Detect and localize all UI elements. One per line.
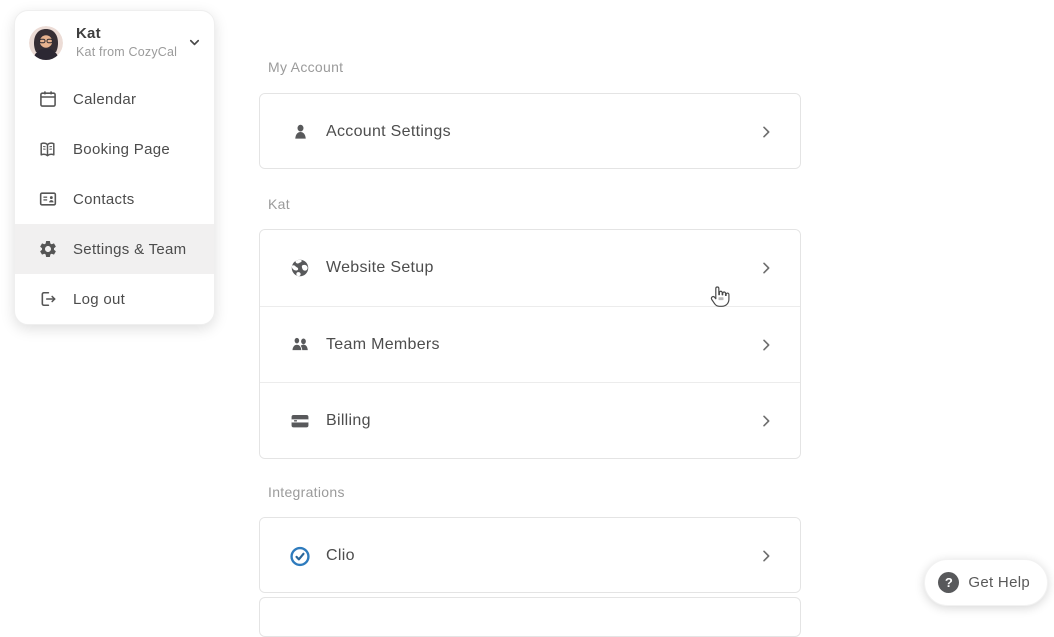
section-header-my-account: My Account <box>268 59 343 75</box>
chevron-down-icon <box>187 35 202 50</box>
row-label: Billing <box>326 412 371 430</box>
globe-icon <box>289 257 311 279</box>
user-menu[interactable]: Kat Kat from CozyCal <box>15 11 214 74</box>
row-label: Team Members <box>326 336 440 354</box>
row-account-settings[interactable]: Account Settings <box>260 94 800 169</box>
sidebar-item-label: Booking Page <box>73 141 170 158</box>
section-header-kat: Kat <box>268 196 290 212</box>
clio-icon <box>289 545 311 567</box>
chevron-right-icon <box>758 413 778 429</box>
gear-icon <box>37 239 58 260</box>
person-icon <box>289 121 311 143</box>
booking-page-icon <box>37 139 58 160</box>
sidebar-item-label: Settings & Team <box>73 241 186 258</box>
row-team-members[interactable]: Team Members <box>260 306 800 382</box>
get-help-button[interactable]: ? Get Help <box>924 559 1048 606</box>
get-help-label: Get Help <box>968 574 1030 591</box>
row-billing[interactable]: Billing <box>260 382 800 458</box>
calendar-icon <box>37 89 58 110</box>
section-header-integrations: Integrations <box>268 484 345 500</box>
row-label: Website Setup <box>326 259 434 277</box>
chevron-right-icon <box>758 548 778 564</box>
sidebar-item-logout[interactable]: Log out <box>15 274 214 324</box>
team-icon <box>289 334 311 356</box>
chevron-right-icon <box>758 124 778 140</box>
user-name: Kat <box>76 25 177 42</box>
next-card-partial <box>259 597 801 637</box>
chevron-right-icon <box>758 337 778 353</box>
sidebar-item-label: Log out <box>73 291 125 308</box>
sidebar-item-calendar[interactable]: Calendar <box>15 74 214 124</box>
sidebar-item-settings-team[interactable]: Settings & Team <box>15 224 214 274</box>
row-label: Account Settings <box>326 123 451 141</box>
sidebar-item-booking-page[interactable]: Booking Page <box>15 124 214 174</box>
contacts-icon <box>37 189 58 210</box>
row-label: Clio <box>326 547 355 565</box>
user-subtitle: Kat from CozyCal <box>76 45 177 59</box>
sidebar-item-label: Contacts <box>73 191 135 208</box>
avatar <box>29 26 63 60</box>
chevron-right-icon <box>758 260 778 276</box>
sidebar: Kat Kat from CozyCal Calendar <box>14 10 215 325</box>
integrations-card: Clio <box>259 517 801 593</box>
kat-settings-card: Website Setup Team Members <box>259 229 801 459</box>
sidebar-item-label: Calendar <box>73 91 136 108</box>
row-website-setup[interactable]: Website Setup <box>260 230 800 306</box>
my-account-card: Account Settings <box>259 93 801 169</box>
logout-icon <box>37 289 58 310</box>
row-clio[interactable]: Clio <box>260 518 800 593</box>
sidebar-item-contacts[interactable]: Contacts <box>15 174 214 224</box>
credit-card-icon <box>289 410 311 432</box>
question-icon: ? <box>938 572 959 593</box>
